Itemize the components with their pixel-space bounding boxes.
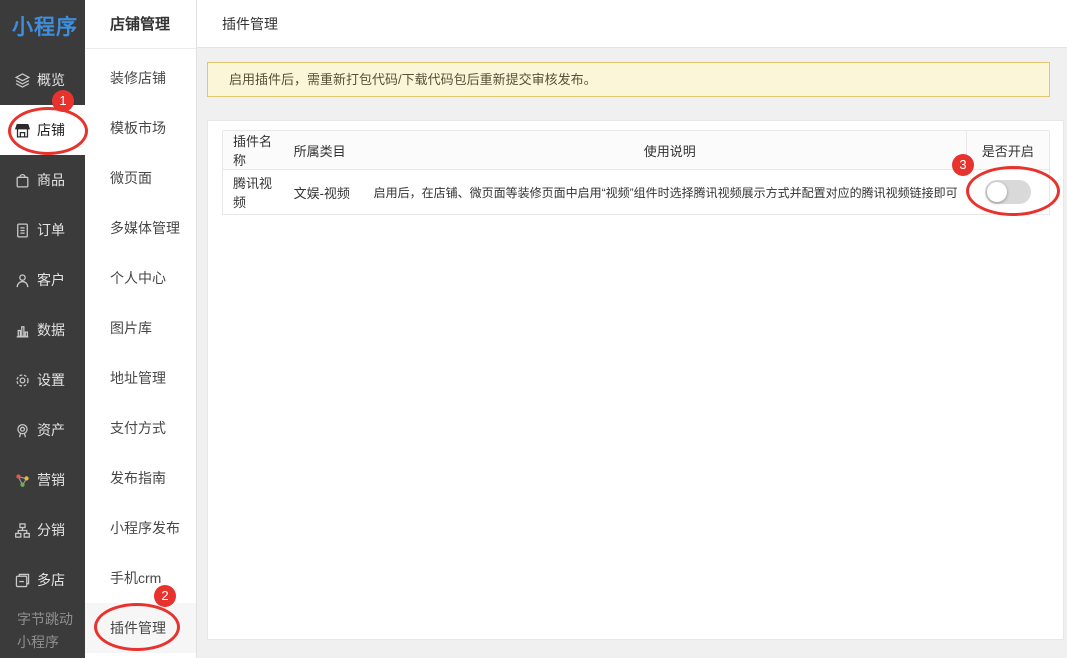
sidebar-item-label: 设置 — [37, 370, 65, 390]
submenu-item-address[interactable]: 地址管理 — [85, 353, 196, 403]
table-row: 腾讯视频 文娱-视频 启用后，在店铺、微页面等装修页面中启用“视频”组件时选择腾… — [223, 170, 1050, 215]
secondary-sidebar: 店铺管理 装修店铺 模板市场 微页面 多媒体管理 个人中心 图片库 地址管理 支… — [85, 0, 197, 658]
sidebar-footer-line2: 小程序 — [17, 631, 85, 654]
sidebar-item-label: 分销 — [37, 520, 65, 540]
column-header-category: 所属类目 — [284, 131, 374, 170]
submenu-list: 装修店铺 模板市场 微页面 多媒体管理 个人中心 图片库 地址管理 支付方式 发… — [85, 49, 196, 653]
plugin-table: 插件名称 所属类目 使用说明 是否开启 腾讯视频 文娱-视频 启用后，在店铺、微… — [222, 130, 1050, 215]
column-header-plugin-name: 插件名称 — [223, 131, 284, 170]
sidebar-item-label: 客户 — [37, 270, 65, 290]
shop-icon — [14, 122, 31, 139]
submenu-item-image-library[interactable]: 图片库 — [85, 303, 196, 353]
main-header: 插件管理 — [197, 0, 1067, 48]
sidebar-item-label: 概览 — [37, 70, 65, 90]
table-header-row: 插件名称 所属类目 使用说明 是否开启 — [223, 131, 1050, 170]
sidebar-item-label: 订单 — [37, 220, 65, 240]
chart-icon — [14, 322, 31, 339]
tab-plugin-management[interactable]: 插件管理 — [197, 0, 278, 48]
sidebar-item-label: 资产 — [37, 420, 65, 440]
column-header-enabled: 是否开启 — [966, 131, 1049, 170]
cell-usage-description: 启用后，在店铺、微页面等装修页面中启用“视频”组件时选择腾讯视频展示方式并配置对… — [374, 170, 967, 215]
sidebar-item-label: 商品 — [37, 170, 65, 190]
sidebar-item-assets[interactable]: 资产 — [0, 405, 85, 455]
asset-icon — [14, 422, 31, 439]
sidebar-footer-bytedance[interactable]: 字节跳动 小程序 — [0, 608, 85, 654]
sidebar-item-label: 数据 — [37, 320, 65, 340]
sidebar-item-distribution[interactable]: 分销 — [0, 505, 85, 555]
submenu-item-payment[interactable]: 支付方式 — [85, 403, 196, 453]
notice-banner: 启用插件后，需重新打包代码/下载代码包后重新提交审核发布。 — [207, 62, 1050, 97]
submenu-item-mobile-crm[interactable]: 手机crm — [85, 553, 196, 603]
plugin-panel: 插件名称 所属类目 使用说明 是否开启 腾讯视频 文娱-视频 启用后，在店铺、微… — [207, 120, 1064, 640]
sidebar-item-data[interactable]: 数据 — [0, 305, 85, 355]
customer-icon — [14, 272, 31, 289]
enable-toggle[interactable] — [985, 180, 1031, 204]
cell-toggle — [966, 170, 1049, 215]
order-icon — [14, 222, 31, 239]
submenu-item-template-market[interactable]: 模板市场 — [85, 103, 196, 153]
sidebar-item-settings[interactable]: 设置 — [0, 355, 85, 405]
app-logo: 小程序 — [0, 0, 85, 55]
sidebar-item-label: 店铺 — [37, 120, 65, 140]
sidebar-item-overview[interactable]: 概览 — [0, 55, 85, 105]
sidebar-item-marketing[interactable]: 营销 — [0, 455, 85, 505]
submenu-item-micro-page[interactable]: 微页面 — [85, 153, 196, 203]
marketing-icon — [14, 472, 31, 489]
toggle-knob — [987, 182, 1007, 202]
multistore-icon — [14, 572, 31, 589]
submenu-item-plugin-management[interactable]: 插件管理 — [85, 603, 196, 653]
cell-plugin-name: 腾讯视频 — [223, 170, 284, 215]
sidebar-item-label: 多店 — [37, 570, 65, 590]
submenu-item-decorate-shop[interactable]: 装修店铺 — [85, 53, 196, 103]
submenu-item-personal-center[interactable]: 个人中心 — [85, 253, 196, 303]
sidebar-item-label: 营销 — [37, 470, 65, 490]
layers-icon — [14, 72, 31, 89]
sidebar-item-multistore[interactable]: 多店 — [0, 555, 85, 605]
submenu-item-publish-guide[interactable]: 发布指南 — [85, 453, 196, 503]
cell-category: 文娱-视频 — [284, 170, 374, 215]
sidebar-footer-line1: 字节跳动 — [17, 608, 85, 631]
distribution-icon — [14, 522, 31, 539]
sidebar-item-shop[interactable]: 店铺 — [0, 105, 85, 155]
column-header-usage: 使用说明 — [374, 131, 967, 170]
primary-sidebar: 小程序 概览 店铺 商品 订单 客户 数据 设置 — [0, 0, 85, 658]
submenu-title: 店铺管理 — [85, 0, 196, 49]
submenu-item-multimedia[interactable]: 多媒体管理 — [85, 203, 196, 253]
app-window: 小程序 概览 店铺 商品 订单 客户 数据 设置 — [0, 0, 1067, 658]
submenu-item-miniprogram-publish[interactable]: 小程序发布 — [85, 503, 196, 553]
sidebar-item-goods[interactable]: 商品 — [0, 155, 85, 205]
sidebar-item-customers[interactable]: 客户 — [0, 255, 85, 305]
sidebar-item-orders[interactable]: 订单 — [0, 205, 85, 255]
gear-icon — [14, 372, 31, 389]
main-content: 启用插件后，需重新打包代码/下载代码包后重新提交审核发布。 插件名称 所属类目 … — [197, 49, 1067, 658]
bag-icon — [14, 172, 31, 189]
